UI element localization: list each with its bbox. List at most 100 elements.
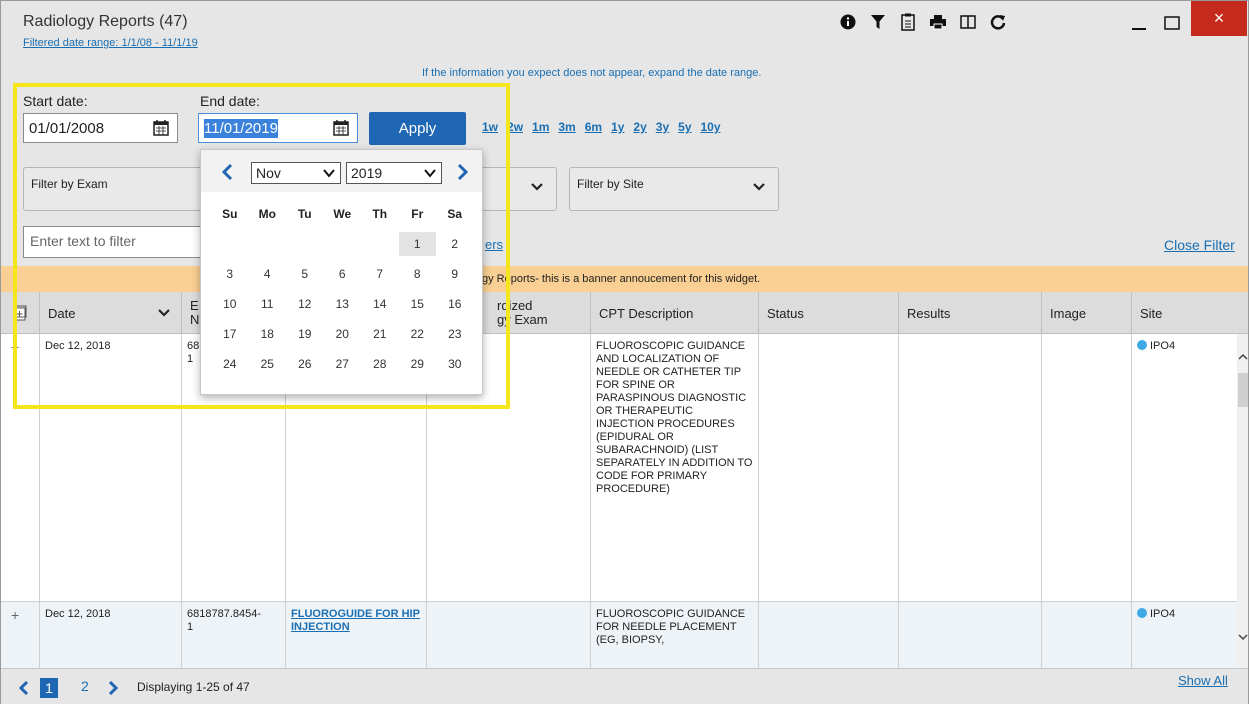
calendar-day[interactable]: 10	[211, 297, 249, 311]
range-1m[interactable]: 1m	[532, 120, 549, 134]
scroll-up-icon[interactable]	[1238, 352, 1248, 362]
column-site[interactable]: Site	[1131, 292, 1248, 334]
calendar-day[interactable]: 20	[324, 327, 362, 341]
cell-results	[898, 334, 1041, 601]
calendar-day[interactable]: 24	[211, 357, 249, 371]
text-filter-input[interactable]: Enter text to filter	[23, 226, 208, 258]
expand-row-icon[interactable]: +	[11, 339, 19, 355]
chevron-right-icon[interactable]	[107, 681, 119, 695]
calendar-day[interactable]: 19	[286, 327, 324, 341]
cell-cpt-description: FLUOROSCOPIC GUIDANCE AND LOCALIZATION O…	[590, 334, 758, 601]
calendar-day[interactable]: 5	[286, 267, 324, 281]
calendar-day[interactable]: 29	[399, 357, 437, 371]
info-icon[interactable]	[839, 13, 857, 31]
year-select[interactable]: 2019	[346, 162, 442, 184]
column-results[interactable]: Results	[898, 292, 1041, 334]
calendar-day[interactable]: 9	[436, 267, 474, 281]
month-select[interactable]: Nov	[251, 162, 341, 184]
column-date[interactable]: Date	[39, 292, 181, 334]
chevron-left-icon[interactable]	[18, 681, 30, 695]
calendar-day[interactable]: 12	[286, 297, 324, 311]
calendar-day[interactable]: 3	[211, 267, 249, 281]
range-6m[interactable]: 6m	[585, 120, 602, 134]
month-value: Nov	[256, 165, 281, 181]
scroll-thumb[interactable]	[1238, 373, 1248, 407]
apply-button[interactable]: Apply	[369, 112, 466, 145]
calendar-day[interactable]: 1	[398, 232, 436, 256]
calendar-day[interactable]: 14	[361, 297, 399, 311]
range-10y[interactable]: 10y	[701, 120, 721, 134]
column-date-label: Date	[48, 305, 76, 321]
show-all-link[interactable]: Show All	[1178, 673, 1228, 688]
calendar-day[interactable]: 21	[361, 327, 399, 341]
cell-status	[758, 334, 898, 601]
calendar-icon[interactable]	[153, 120, 169, 136]
column-cpt-description[interactable]: CPT Description	[590, 292, 758, 334]
close-filter-link[interactable]: Close Filter	[1164, 237, 1235, 253]
range-5y[interactable]: 5y	[678, 120, 691, 134]
calendar-day[interactable]: 8	[399, 267, 437, 281]
calendar-week-row: 12	[211, 229, 474, 259]
range-3y[interactable]: 3y	[656, 120, 669, 134]
calendar-day[interactable]: 6	[324, 267, 362, 281]
expand-all-icon[interactable]	[1, 292, 39, 334]
column-results-label: Results	[907, 305, 951, 321]
exam-link[interactable]: FLUOROGUIDE FOR HIP INJECTION	[291, 608, 420, 633]
maximize-icon[interactable]	[1161, 9, 1183, 35]
calendar-day[interactable]: 23	[436, 327, 474, 341]
calendar-day[interactable]: 11	[249, 297, 287, 311]
range-2y[interactable]: 2y	[633, 120, 646, 134]
range-2w[interactable]: 2w	[507, 120, 523, 134]
expand-row-icon[interactable]: +	[11, 607, 19, 623]
page-2-button[interactable]: 2	[81, 678, 89, 694]
calendar-day[interactable]: 2	[436, 237, 474, 251]
filter-icon[interactable]	[869, 13, 887, 31]
filters-link[interactable]: ers	[485, 237, 503, 252]
calendar-week-row: 17 18 19 20 21 22 23	[211, 319, 474, 349]
calendar-day[interactable]: 26	[286, 357, 324, 371]
site-status-icon	[1137, 608, 1147, 618]
calendar-icon[interactable]	[333, 120, 349, 136]
calendar-day[interactable]: 30	[436, 357, 474, 371]
minimize-icon[interactable]	[1129, 9, 1149, 35]
column-image[interactable]: Image	[1041, 292, 1131, 334]
calendar-day[interactable]: 28	[361, 357, 399, 371]
quick-range-links: 1w 2w 1m 3m 6m 1y 2y 3y 5y 10y	[482, 120, 721, 134]
calendar-day[interactable]: 7	[361, 267, 399, 281]
page-1-button[interactable]: 1	[40, 678, 58, 698]
print-icon[interactable]	[929, 13, 947, 31]
column-status[interactable]: Status	[758, 292, 898, 334]
close-icon[interactable]: ×	[1191, 1, 1247, 36]
date-range-hint: If the information you expect does not a…	[422, 67, 762, 79]
filtered-date-range-link[interactable]: Filtered date range: 1/1/08 - 11/1/19	[23, 37, 198, 49]
chevron-down-icon[interactable]	[157, 306, 171, 320]
start-date-input[interactable]: 01/01/2008	[23, 113, 178, 143]
filter-select[interactable]	[473, 167, 557, 211]
calendar-day[interactable]: 13	[324, 297, 362, 311]
calendar-day[interactable]: 18	[249, 327, 287, 341]
chevron-left-icon[interactable]	[219, 163, 237, 181]
clipboard-icon[interactable]	[899, 13, 917, 31]
calendar-grid: Su Mo Tu We Th Fr Sa 1 2 3 4 5 6 7 8 9 10 11 12 13 14…	[211, 199, 474, 379]
calendar-day[interactable]: 22	[399, 327, 437, 341]
range-1y[interactable]: 1y	[611, 120, 624, 134]
cell-site: IPO4	[1131, 602, 1237, 668]
refresh-icon[interactable]	[989, 13, 1007, 31]
calendar-day[interactable]: 4	[249, 267, 287, 281]
calendar-day[interactable]: 17	[211, 327, 249, 341]
calendar-day[interactable]: 27	[324, 357, 362, 371]
table-row[interactable]: + Dec 12, 2018 6818787.8454- 1 FLUOROGUI…	[1, 601, 1237, 668]
calendar-day[interactable]: 15	[399, 297, 437, 311]
filter-by-site-select[interactable]: Filter by Site	[569, 167, 779, 211]
columns-icon[interactable]	[959, 13, 977, 31]
calendar-day[interactable]: 16	[436, 297, 474, 311]
calendar-day[interactable]: 25	[249, 357, 287, 371]
end-date-input[interactable]: 11/01/2019	[198, 113, 358, 143]
scroll-down-icon[interactable]	[1238, 632, 1248, 642]
filter-by-exam-select[interactable]: Filter by Exam	[23, 167, 208, 211]
range-1w[interactable]: 1w	[482, 120, 498, 134]
range-3m[interactable]: 3m	[558, 120, 575, 134]
table-row[interactable]: + Dec 12, 2018 68 1 FLUOROSCOPIC GUIDANC…	[1, 334, 1237, 601]
chevron-right-icon[interactable]	[453, 163, 471, 181]
column-exam-number-b: N	[190, 312, 200, 327]
